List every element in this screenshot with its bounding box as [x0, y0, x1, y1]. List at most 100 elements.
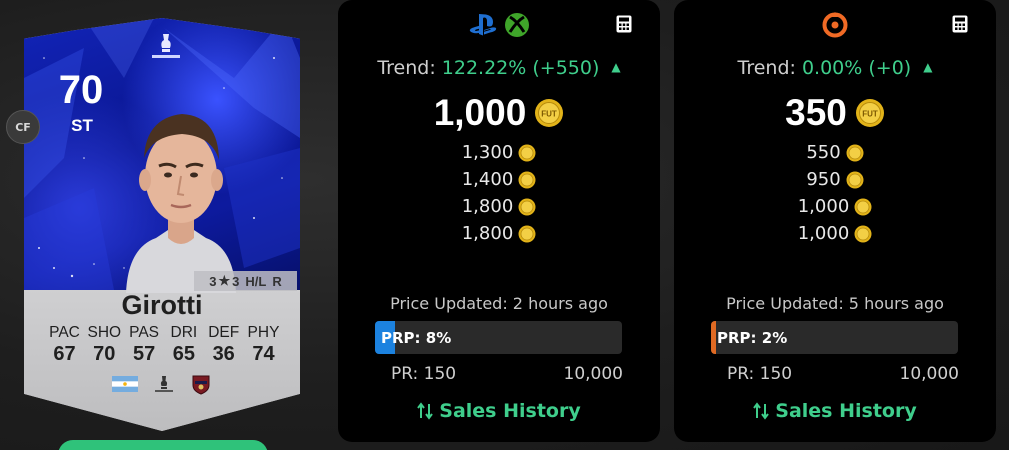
sales-history-button[interactable]: Sales History: [674, 400, 996, 422]
alt-position-chip[interactable]: CF: [6, 110, 40, 144]
card-badges: [112, 373, 212, 395]
list-item: 1,000: [674, 220, 996, 247]
price-list: 550 950 1,000 1,000: [674, 139, 996, 247]
trend-value: 0.00% (+0): [801, 57, 912, 79]
stat-values: 67 70 57 65 36 74: [46, 343, 282, 366]
coin-icon: [518, 198, 536, 215]
preferred-foot: R: [272, 273, 282, 289]
prp-progress-bar: PRP: 2%: [711, 321, 958, 354]
weak-foot: 3: [232, 273, 240, 289]
sales-history-label: Sales History: [439, 400, 581, 422]
origin-icon[interactable]: [822, 12, 848, 38]
coin-icon: [846, 144, 864, 161]
prp-progress-bar: PRP: 8%: [375, 321, 622, 354]
price-value: 1,000: [797, 223, 850, 244]
coin-icon: [518, 171, 536, 188]
price-list: 1,300 1,400 1,800 1,800: [338, 139, 660, 247]
coin-icon: FUT: [855, 99, 884, 127]
stat-label-pas: PAS: [129, 324, 160, 341]
price-range-min: PR: 150: [727, 364, 793, 384]
card-action-button[interactable]: [58, 440, 268, 450]
svg-text:FUT: FUT: [542, 110, 558, 119]
lowest-price: 350 FUT: [674, 92, 996, 134]
overall-rating: 70: [58, 68, 104, 112]
sort-arrows-icon: [417, 402, 434, 420]
prp-fill: [711, 321, 716, 354]
sales-history-button[interactable]: Sales History: [338, 400, 660, 422]
stat-value-pas: 57: [132, 343, 156, 365]
sales-history-label: Sales History: [775, 400, 917, 422]
trend-value: 122.22% (+550): [441, 57, 600, 79]
coin-icon: [518, 225, 536, 242]
stat-value-pac: 67: [53, 343, 76, 365]
price-range-max: 10,000: [899, 364, 959, 384]
price-updated: Price Updated: 5 hours ago: [726, 294, 944, 313]
stat-value-sho: 70: [93, 343, 116, 365]
playstation-icon[interactable]: [468, 12, 498, 38]
prp-label: PRP: 8%: [381, 328, 452, 347]
xbox-icon[interactable]: [504, 12, 530, 38]
list-item: 1,000: [674, 193, 996, 220]
player-name: Girotti: [121, 290, 203, 320]
price-updated: Price Updated: 2 hours ago: [390, 294, 608, 313]
coin-icon: [518, 144, 536, 161]
list-item: 1,400: [338, 166, 660, 193]
coin-icon: [854, 225, 872, 242]
work-rates: H/L: [245, 273, 267, 289]
list-item: 950: [674, 166, 996, 193]
coin-icon: [846, 171, 864, 188]
star-icon: ★: [218, 273, 231, 288]
price-range-min: PR: 150: [391, 364, 457, 384]
club-crest-icon: [192, 375, 210, 395]
calculator-icon[interactable]: [616, 15, 632, 33]
stat-labels: PAC SHO PAS DRI DEF PHY: [46, 324, 282, 342]
list-item: 550: [674, 139, 996, 166]
price-value: 950: [806, 169, 841, 190]
trend-line: Trend: 122.22% (+550) ▲: [338, 57, 660, 79]
price-value: 1,000: [797, 196, 850, 217]
sort-arrows-icon: [753, 402, 770, 420]
stat-label-def: DEF: [208, 324, 240, 341]
list-item: 1,800: [338, 220, 660, 247]
lowest-price-value: 350: [785, 92, 847, 133]
price-value: 550: [806, 142, 841, 163]
stat-value-phy: 74: [252, 343, 275, 365]
price-panel-console: Trend: 122.22% (+550) ▲ 1,000 FUT 1,300 …: [338, 0, 660, 442]
player-card[interactable]: 70 ST 3 ★ 3 H/L R Girotti PAC SHO PAS DR…: [24, 18, 300, 431]
price-panel-pc: Trend: 0.00% (+0) ▲ 350 FUT 550 950 1,00…: [674, 0, 996, 442]
skills-weakfoot-badge: 3 ★ 3 H/L R: [194, 271, 297, 291]
coin-icon: FUT: [535, 99, 564, 127]
player-position: ST: [71, 116, 93, 135]
list-item: 1,800: [338, 193, 660, 220]
lowest-price-value: 1,000: [433, 92, 527, 133]
calculator-icon[interactable]: [952, 15, 968, 33]
price-value: 1,800: [461, 196, 514, 217]
trend-label: Trend:: [737, 57, 796, 79]
stat-label-sho: SHO: [87, 324, 122, 341]
price-range: PR: 150 10,000: [391, 364, 623, 384]
player-portrait: [126, 114, 236, 293]
platform-icons: [338, 12, 660, 38]
stat-label-phy: PHY: [247, 324, 280, 341]
price-range: PR: 150 10,000: [727, 364, 959, 384]
stat-label-pac: PAC: [49, 324, 80, 341]
trend-up-icon: ▲: [611, 60, 621, 74]
prp-label: PRP: 2%: [717, 328, 788, 347]
skill-moves: 3: [209, 273, 217, 289]
stat-value-def: 36: [212, 343, 235, 365]
competition-logo-icon: [152, 34, 180, 58]
league-crest-icon: [155, 376, 173, 392]
stat-value-dri: 65: [172, 343, 196, 365]
price-value: 1,800: [461, 223, 514, 244]
svg-text:FUT: FUT: [862, 110, 878, 119]
trend-label: Trend:: [377, 57, 436, 79]
platform-icons: [674, 12, 996, 38]
price-range-max: 10,000: [563, 364, 623, 384]
lowest-price: 1,000 FUT: [338, 92, 660, 134]
trend-up-icon: ▲: [923, 60, 933, 74]
trend-line: Trend: 0.00% (+0) ▲: [674, 57, 996, 79]
list-item: 1,300: [338, 139, 660, 166]
stat-label-dri: DRI: [170, 324, 198, 341]
coin-icon: [854, 198, 872, 215]
price-value: 1,400: [461, 169, 514, 190]
